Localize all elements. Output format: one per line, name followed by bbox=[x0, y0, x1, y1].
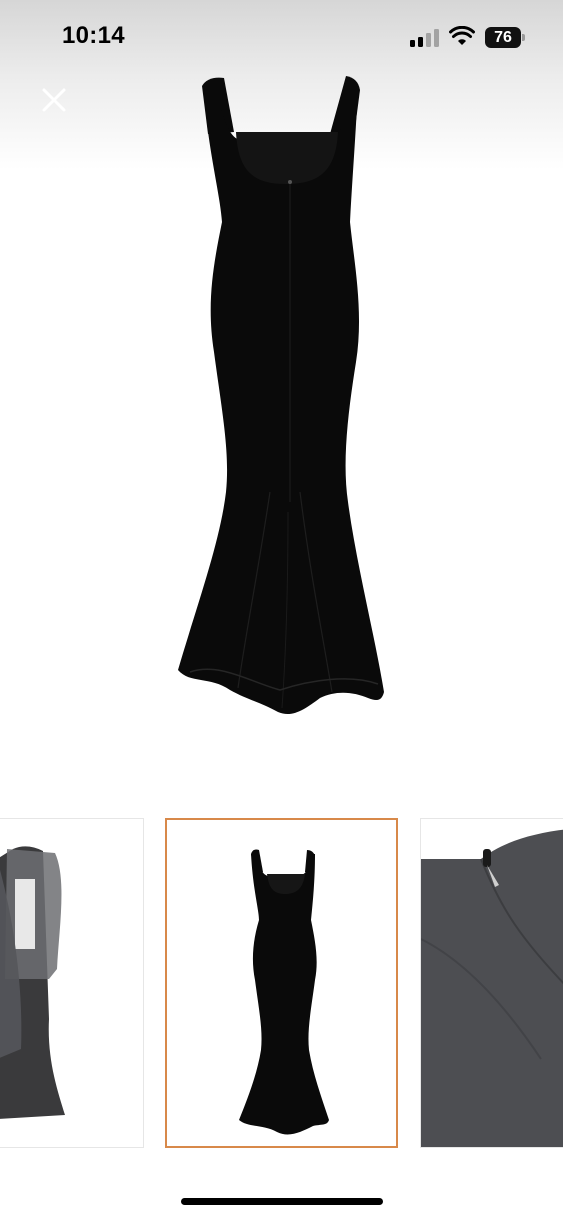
battery-cap bbox=[522, 34, 525, 41]
status-time: 10:14 bbox=[62, 22, 125, 49]
close-icon[interactable] bbox=[36, 82, 72, 118]
battery-level: 76 bbox=[485, 27, 521, 48]
thumbnail-3-image bbox=[421, 819, 563, 1060]
thumbnail-strip bbox=[0, 818, 563, 1150]
thumbnail-1[interactable] bbox=[0, 818, 144, 1148]
wifi-icon bbox=[449, 26, 475, 45]
product-hero-image bbox=[178, 76, 384, 715]
thumbnail-3[interactable] bbox=[420, 818, 563, 1148]
gown-figure bbox=[178, 76, 384, 715]
thumbnail-2[interactable] bbox=[165, 818, 398, 1148]
status-bar: 10:14 76 bbox=[0, 0, 563, 76]
thumbnail-2-image bbox=[239, 849, 329, 1135]
battery-icon: 76 bbox=[485, 27, 527, 48]
home-indicator[interactable] bbox=[181, 1198, 383, 1205]
thumbnail-1-image bbox=[0, 846, 65, 1119]
signal-icon bbox=[410, 29, 439, 47]
